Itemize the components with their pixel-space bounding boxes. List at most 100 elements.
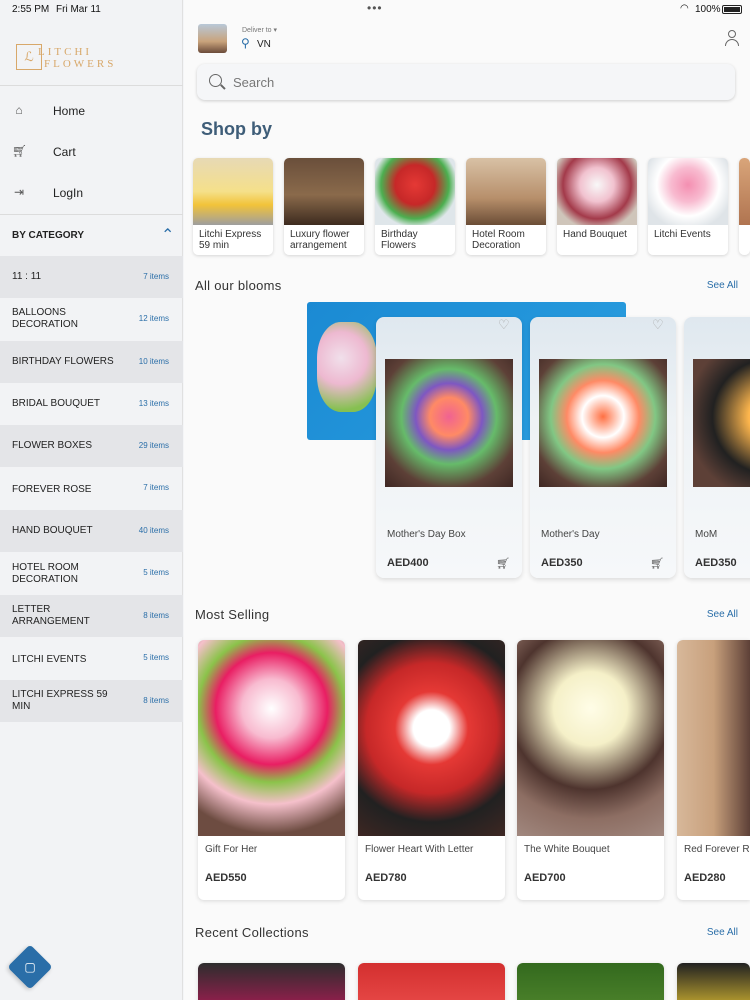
- deliver-to-label[interactable]: Deliver to ▾: [242, 26, 277, 34]
- caret-down-icon: ▾: [273, 27, 278, 34]
- category-item[interactable]: FOREVER ROSE 7 items: [0, 467, 183, 509]
- category-item[interactable]: HOTEL ROOM DECORATION 5 items: [0, 552, 183, 594]
- collection-image: [358, 963, 505, 1000]
- search-bar[interactable]: [197, 64, 735, 100]
- shop-by-card[interactable]: Hotel Room Decoration: [466, 158, 546, 255]
- category-name: FOREVER ROSE: [12, 484, 92, 495]
- selling-product-card[interactable]: Red Forever Ro AED280: [677, 640, 750, 900]
- add-to-cart-icon[interactable]: 🛒︎: [496, 557, 510, 570]
- category-image: [466, 158, 546, 225]
- product-image: [677, 640, 750, 836]
- category-count: 8 items: [143, 696, 169, 705]
- add-to-cart-icon[interactable]: 🛒︎: [650, 557, 664, 570]
- shop-by-label: Litchi Events: [654, 229, 711, 240]
- category-item[interactable]: BRIDAL BOUQUET 13 items: [0, 383, 183, 425]
- category-item[interactable]: BALLOONS DECORATION 12 items: [0, 298, 183, 340]
- recent-collection-card[interactable]: [358, 963, 505, 1000]
- recent-see-all-link[interactable]: See All: [707, 927, 738, 938]
- multitask-dots-icon[interactable]: •••: [367, 1, 383, 15]
- sidebar-item-cart[interactable]: 🛒︎ Cart: [0, 132, 183, 172]
- search-icon: [209, 74, 222, 87]
- recent-collection-card[interactable]: [677, 963, 750, 1000]
- heart-icon[interactable]: ♡: [652, 317, 664, 333]
- category-name: BALLOONS DECORATION: [12, 307, 78, 330]
- shop-by-card[interactable]: Hand Bouquet: [557, 158, 637, 255]
- category-item[interactable]: 11 : 11 7 items: [0, 256, 183, 298]
- category-section-header[interactable]: BY CATEGORY ⌃: [0, 222, 183, 256]
- search-input[interactable]: [233, 64, 713, 100]
- location-value[interactable]: VN: [257, 39, 271, 50]
- shop-by-label: Hotel Room Decoration: [472, 229, 525, 251]
- product-image: [358, 640, 505, 836]
- category-item[interactable]: BIRTHDAY FLOWERS 10 items: [0, 341, 183, 383]
- user-profile-icon[interactable]: [725, 30, 739, 46]
- category-item[interactable]: FLOWER BOXES 29 items: [0, 425, 183, 467]
- shop-by-card[interactable]: Luxury flower arrangement: [284, 158, 364, 255]
- category-item[interactable]: LITCHI EXPRESS 59 MIN 8 items: [0, 680, 183, 722]
- category-item[interactable]: LITCHI EVENTS 5 items: [0, 637, 183, 679]
- blooms-see-all-link[interactable]: See All: [707, 280, 738, 291]
- category-count: 29 items: [138, 441, 169, 450]
- sidebar-item-login[interactable]: ⇥ LogIn: [0, 173, 183, 213]
- selling-product-card[interactable]: Gift For Her AED550: [198, 640, 345, 900]
- collection-image: [517, 963, 664, 1000]
- product-name: The White Bouquet: [524, 844, 610, 855]
- recent-collection-card[interactable]: [517, 963, 664, 1000]
- product-name: Red Forever Ro: [684, 844, 750, 855]
- sidebar-item-label: Home: [53, 104, 86, 118]
- logo-text-line2: FLOWERS: [44, 58, 117, 70]
- shop-by-card-partial[interactable]: [739, 158, 750, 255]
- category-item[interactable]: LETTER ARRANGEMENT 8 items: [0, 595, 183, 637]
- category-name: LETTER ARRANGEMENT: [12, 604, 90, 627]
- category-image: [193, 158, 273, 225]
- battery-percent: 100%: [695, 4, 721, 15]
- recent-collections-title: Recent Collections: [195, 925, 309, 940]
- category-name: HAND BOUQUET: [12, 525, 93, 536]
- category-count: 13 items: [138, 399, 169, 408]
- category-image: [739, 158, 750, 225]
- bag-icon: ▢: [24, 960, 36, 974]
- sidebar-item-label: LogIn: [53, 186, 84, 200]
- recent-collection-card[interactable]: [198, 963, 345, 1000]
- status-time: 2:55 PM: [12, 4, 50, 15]
- main-content: Deliver to ▾ ⚲ VN Shop by Litchi Express…: [184, 0, 750, 1000]
- shop-by-card[interactable]: Litchi Express 59 min: [193, 158, 273, 255]
- most-selling-see-all-link[interactable]: See All: [707, 609, 738, 620]
- sidebar: ℒ LITCHI FLOWERS ⌂ Home 🛒︎ Cart ⇥ LogIn …: [0, 0, 183, 1000]
- bloom-product-card[interactable]: MoM AED350: [684, 317, 750, 578]
- category-name: HOTEL ROOM DECORATION: [12, 562, 79, 585]
- location-thumbnail[interactable]: [198, 24, 227, 53]
- selling-product-card[interactable]: Flower Heart With Letter AED780: [358, 640, 505, 900]
- selling-product-card[interactable]: The White Bouquet AED700: [517, 640, 664, 900]
- status-bar: 2:55 PM Fri Mar 11 ••• ◠ 100%: [0, 0, 750, 20]
- category-item[interactable]: HAND BOUQUET 40 items: [0, 510, 183, 552]
- banner-image: [317, 322, 377, 412]
- product-name: MoM: [695, 529, 718, 540]
- heart-icon[interactable]: ♡: [498, 317, 510, 333]
- chevron-up-icon[interactable]: ⌃: [161, 225, 174, 245]
- location-pin-icon: ⚲: [241, 36, 250, 50]
- bloom-product-card[interactable]: ♡ Mother's Day AED350 🛒︎: [530, 317, 676, 578]
- product-price: AED780: [365, 872, 407, 884]
- product-image: [693, 359, 750, 487]
- bloom-product-card[interactable]: ♡ Mother's Day Box AED400 🛒︎: [376, 317, 522, 578]
- most-selling-title: Most Selling: [195, 607, 270, 622]
- category-count: 8 items: [143, 611, 169, 620]
- product-image: [517, 640, 664, 836]
- category-count: 7 items: [143, 483, 169, 492]
- collection-image: [677, 963, 750, 1000]
- brand-logo[interactable]: ℒ LITCHI FLOWERS: [16, 44, 126, 72]
- shop-by-card[interactable]: Birthday Flowers: [375, 158, 455, 255]
- category-name: BRIDAL BOUQUET: [12, 398, 100, 409]
- blooms-title: All our blooms: [195, 278, 282, 293]
- product-name: Mother's Day: [541, 529, 600, 540]
- battery-icon: [722, 5, 742, 14]
- category-count: 10 items: [138, 357, 169, 366]
- cart-icon: 🛒︎: [12, 144, 28, 158]
- sidebar-item-home[interactable]: ⌂ Home: [0, 91, 183, 131]
- collection-image: [198, 963, 345, 1000]
- shop-by-card[interactable]: Litchi Events: [648, 158, 728, 255]
- product-image: [539, 359, 667, 487]
- deliver-to-text: Deliver to: [242, 27, 272, 34]
- product-price: AED400: [387, 557, 429, 569]
